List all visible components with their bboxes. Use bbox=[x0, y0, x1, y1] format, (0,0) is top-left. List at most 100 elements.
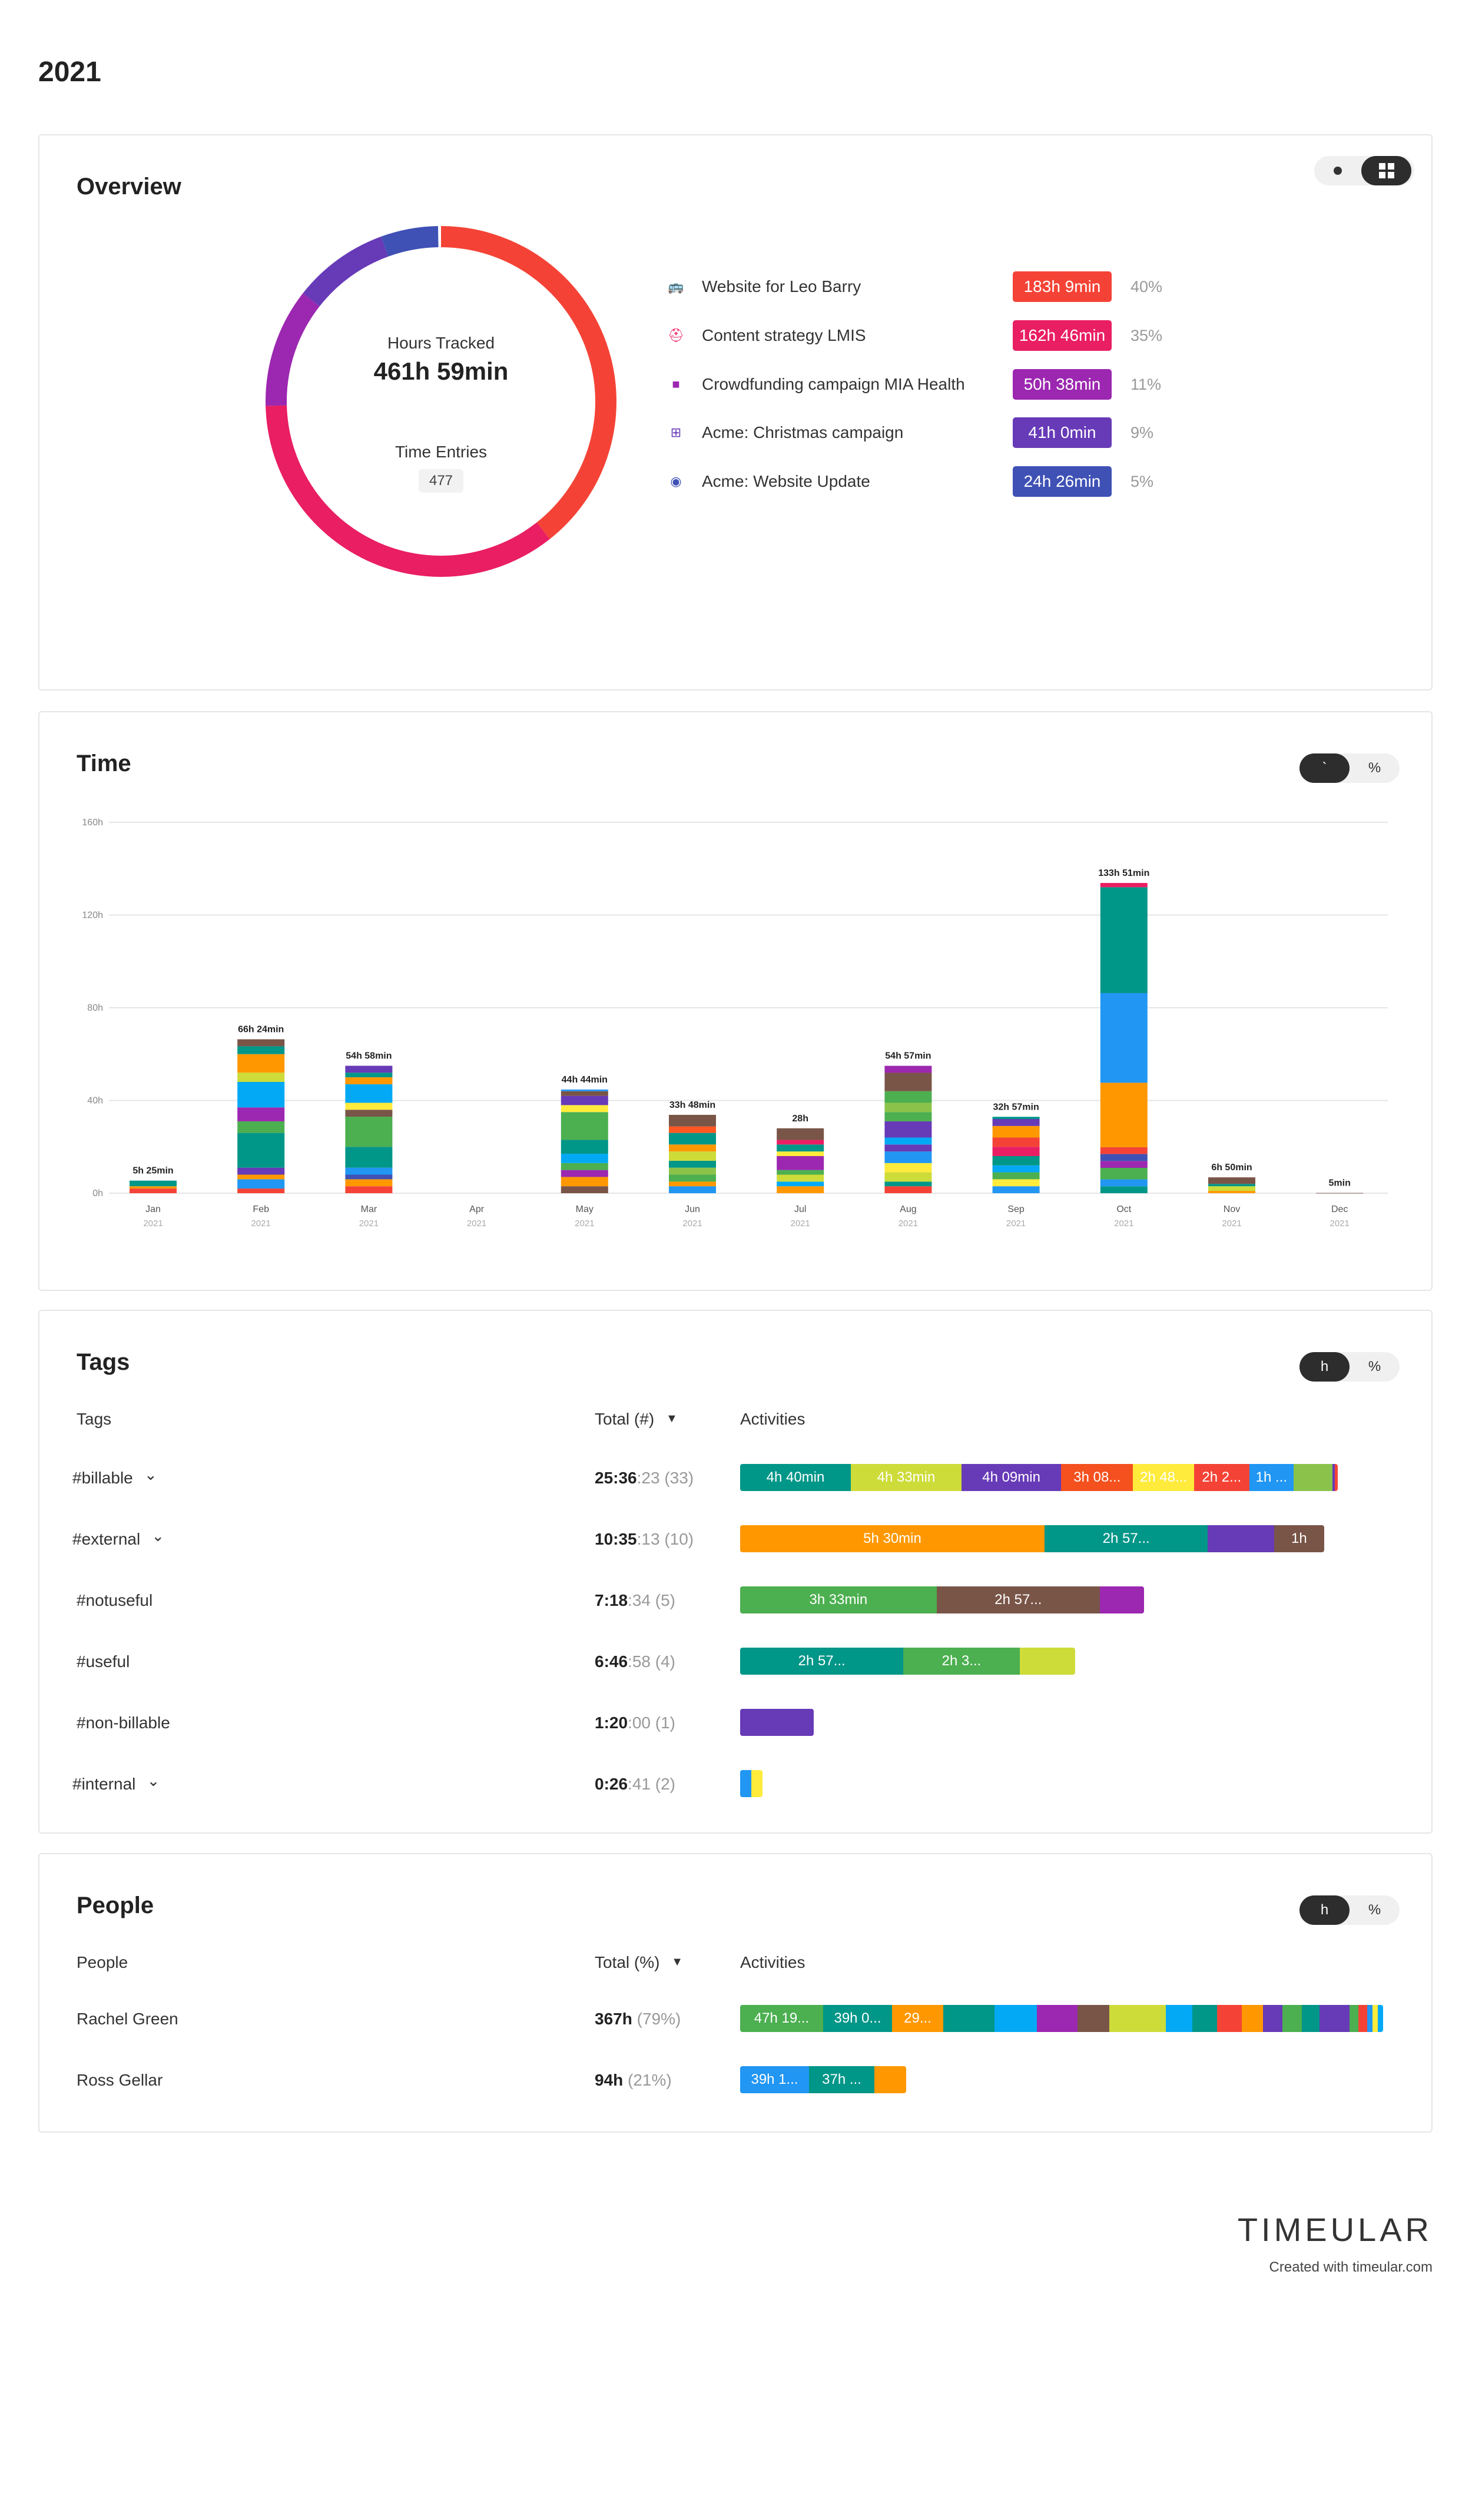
percent-unit-button[interactable]: % bbox=[1350, 1352, 1400, 1382]
activity-segment[interactable] bbox=[1019, 1648, 1075, 1675]
overview-card: Overview Hours Tracked 461h 59min Time E… bbox=[38, 134, 1433, 690]
legend-item[interactable]: 🚌 Website for Leo Barry 183h 9min 40% bbox=[668, 269, 1257, 304]
activity-segment[interactable] bbox=[1378, 2005, 1383, 2032]
legend-item[interactable]: ◉ Acme: Website Update 24h 26min 5% bbox=[668, 464, 1257, 499]
activity-stacked-bar[interactable] bbox=[740, 1709, 814, 1736]
legend-project-name: Crowdfunding campaign MIA Health bbox=[702, 375, 965, 393]
overview-view-toggle[interactable] bbox=[1314, 156, 1414, 185]
bar-segment bbox=[992, 1172, 1040, 1180]
activity-segment[interactable] bbox=[943, 2005, 994, 2032]
activity-segment[interactable] bbox=[1335, 1464, 1338, 1491]
activity-segment[interactable] bbox=[1109, 2005, 1166, 2032]
activity-segment[interactable] bbox=[1320, 2005, 1350, 2032]
bar-segment bbox=[1100, 992, 1148, 1083]
clock-view-button[interactable] bbox=[1314, 156, 1361, 185]
activity-segment[interactable]: 1h bbox=[1274, 1525, 1324, 1552]
legend-item[interactable]: ⊞ Acme: Christmas campaign 41h 0min 9% bbox=[668, 415, 1257, 450]
chevron-down-icon[interactable]: ⌄ bbox=[142, 1772, 160, 1789]
bar-segment bbox=[1208, 1191, 1255, 1193]
activity-segment[interactable] bbox=[740, 1709, 814, 1736]
activity-segment[interactable]: 3h 08... bbox=[1061, 1464, 1133, 1491]
bar-segment bbox=[992, 1165, 1040, 1173]
activity-segment[interactable]: 3h 33min bbox=[740, 1586, 937, 1613]
percent-unit-button[interactable]: % bbox=[1350, 1895, 1400, 1925]
bar-segment bbox=[345, 1065, 393, 1073]
row-name[interactable]: #external ⌄ bbox=[72, 1527, 164, 1549]
activity-segment[interactable] bbox=[1293, 1464, 1332, 1491]
hours-unit-button[interactable]: h bbox=[1299, 1352, 1350, 1382]
activity-segment[interactable]: 4h 09min bbox=[962, 1464, 1062, 1491]
activity-segment[interactable]: 39h 0... bbox=[823, 2005, 892, 2032]
activity-segment[interactable]: 4h 40min bbox=[740, 1464, 851, 1491]
activity-segment[interactable]: 37h ... bbox=[809, 2066, 874, 2093]
activity-segment[interactable] bbox=[1208, 1525, 1275, 1552]
activity-stacked-bar[interactable]: 4h 40min 4h 33min 4h 09min 3h 08... 2h 48...… bbox=[740, 1464, 1338, 1491]
bar-segment bbox=[884, 1065, 932, 1073]
legend-item[interactable]: ■ Crowdfunding campaign MIA Health 50h 38m… bbox=[668, 367, 1257, 402]
activity-segment[interactable]: 2h 2... bbox=[1193, 1464, 1249, 1491]
activity-segment[interactable]: 5h 30min bbox=[740, 1525, 1045, 1552]
activity-segment[interactable]: 4h 33min bbox=[851, 1464, 962, 1491]
activity-stacked-bar[interactable]: 3h 33min 2h 57... bbox=[740, 1586, 1145, 1613]
activity-segment[interactable] bbox=[751, 1770, 762, 1797]
activity-segment[interactable] bbox=[1263, 2005, 1282, 2032]
activity-segment[interactable] bbox=[1372, 2005, 1378, 2032]
activity-segment[interactable]: 2h 3... bbox=[903, 1648, 1020, 1675]
activity-segment[interactable] bbox=[1166, 2005, 1192, 2032]
people-unit-toggle[interactable]: h % bbox=[1299, 1895, 1400, 1925]
tags-unit-toggle[interactable]: h % bbox=[1299, 1352, 1400, 1382]
activity-segment[interactable] bbox=[1350, 2005, 1358, 2032]
bar-total-label: 32h 57min bbox=[993, 1102, 1039, 1112]
activity-stacked-bar[interactable] bbox=[740, 1770, 762, 1797]
chevron-down-icon[interactable]: ⌄ bbox=[147, 1527, 164, 1545]
activity-segment[interactable]: 2h 57... bbox=[740, 1648, 904, 1675]
activity-segment[interactable]: 2h 57... bbox=[936, 1586, 1100, 1613]
total-column-header[interactable]: Total (%) ▼ bbox=[595, 1953, 683, 1972]
bar-segment bbox=[345, 1179, 393, 1187]
activity-segment[interactable] bbox=[1282, 2005, 1302, 2032]
activity-segment[interactable]: 2h 57... bbox=[1045, 1525, 1208, 1552]
bar-total-label: 66h 24min bbox=[238, 1025, 284, 1035]
row-name[interactable]: #billable ⌄ bbox=[72, 1466, 157, 1488]
x-tick-sublabel: 2021 bbox=[1114, 1219, 1133, 1229]
activity-segment[interactable] bbox=[874, 2066, 906, 2093]
activity-stacked-bar[interactable]: 5h 30min 2h 57... 1h bbox=[740, 1525, 1324, 1552]
activity-segment[interactable] bbox=[1302, 2005, 1320, 2032]
activities-column-header: Activities bbox=[740, 1410, 805, 1428]
activity-segment[interactable] bbox=[1367, 2005, 1372, 2032]
activity-segment[interactable] bbox=[994, 2005, 1037, 2032]
activity-segment[interactable]: 1h ... bbox=[1249, 1464, 1294, 1491]
activity-segment[interactable]: 29... bbox=[892, 2005, 943, 2032]
row-name[interactable]: #internal ⌄ bbox=[72, 1772, 160, 1794]
activity-segment[interactable] bbox=[1192, 2005, 1217, 2032]
project-legend: 🚌 Website for Leo Barry 183h 9min 40% ⛑ Conte… bbox=[668, 135, 1316, 665]
bar-segment bbox=[669, 1181, 716, 1187]
activity-stacked-bar[interactable]: 2h 57... 2h 3... bbox=[740, 1648, 1075, 1675]
activity-segment[interactable] bbox=[1078, 2005, 1109, 2032]
activity-segment[interactable]: 2h 48... bbox=[1133, 1464, 1194, 1491]
activity-segment[interactable] bbox=[740, 1770, 751, 1797]
bar-segment bbox=[345, 1186, 393, 1193]
hours-unit-button[interactable]: h bbox=[1299, 1895, 1350, 1925]
legend-item[interactable]: ⛑ Content strategy LMIS 162h 46min 35% bbox=[668, 318, 1257, 353]
x-tick-label: May bbox=[576, 1204, 594, 1214]
bar-segment bbox=[884, 1163, 932, 1173]
created-with-link[interactable]: Created with timeular.com bbox=[1269, 2259, 1433, 2276]
bar-total-label: 133h 51min bbox=[1098, 868, 1149, 878]
grid-view-button[interactable] bbox=[1361, 156, 1411, 185]
activity-segment[interactable]: 47h 19... bbox=[740, 2005, 823, 2032]
activity-segment[interactable] bbox=[1217, 2005, 1242, 2032]
chevron-down-icon[interactable]: ⌄ bbox=[140, 1466, 157, 1483]
bar-segment bbox=[777, 1128, 824, 1140]
activity-segment[interactable] bbox=[1099, 1586, 1145, 1613]
activity-segment[interactable]: 39h 1... bbox=[740, 2066, 809, 2093]
activity-segment[interactable] bbox=[1242, 2005, 1263, 2032]
activity-stacked-bar[interactable]: 47h 19... 39h 0... 29... bbox=[740, 2005, 1383, 2032]
total-column-header[interactable]: Total (#) ▼ bbox=[595, 1410, 678, 1429]
bar-segment bbox=[777, 1186, 824, 1193]
activity-segment[interactable] bbox=[1358, 2005, 1367, 2032]
activity-stacked-bar[interactable]: 39h 1... 37h ... bbox=[740, 2066, 906, 2093]
bar-segment bbox=[237, 1133, 285, 1168]
activity-segment[interactable] bbox=[1037, 2005, 1078, 2032]
bar-segment bbox=[1316, 1193, 1364, 1194]
